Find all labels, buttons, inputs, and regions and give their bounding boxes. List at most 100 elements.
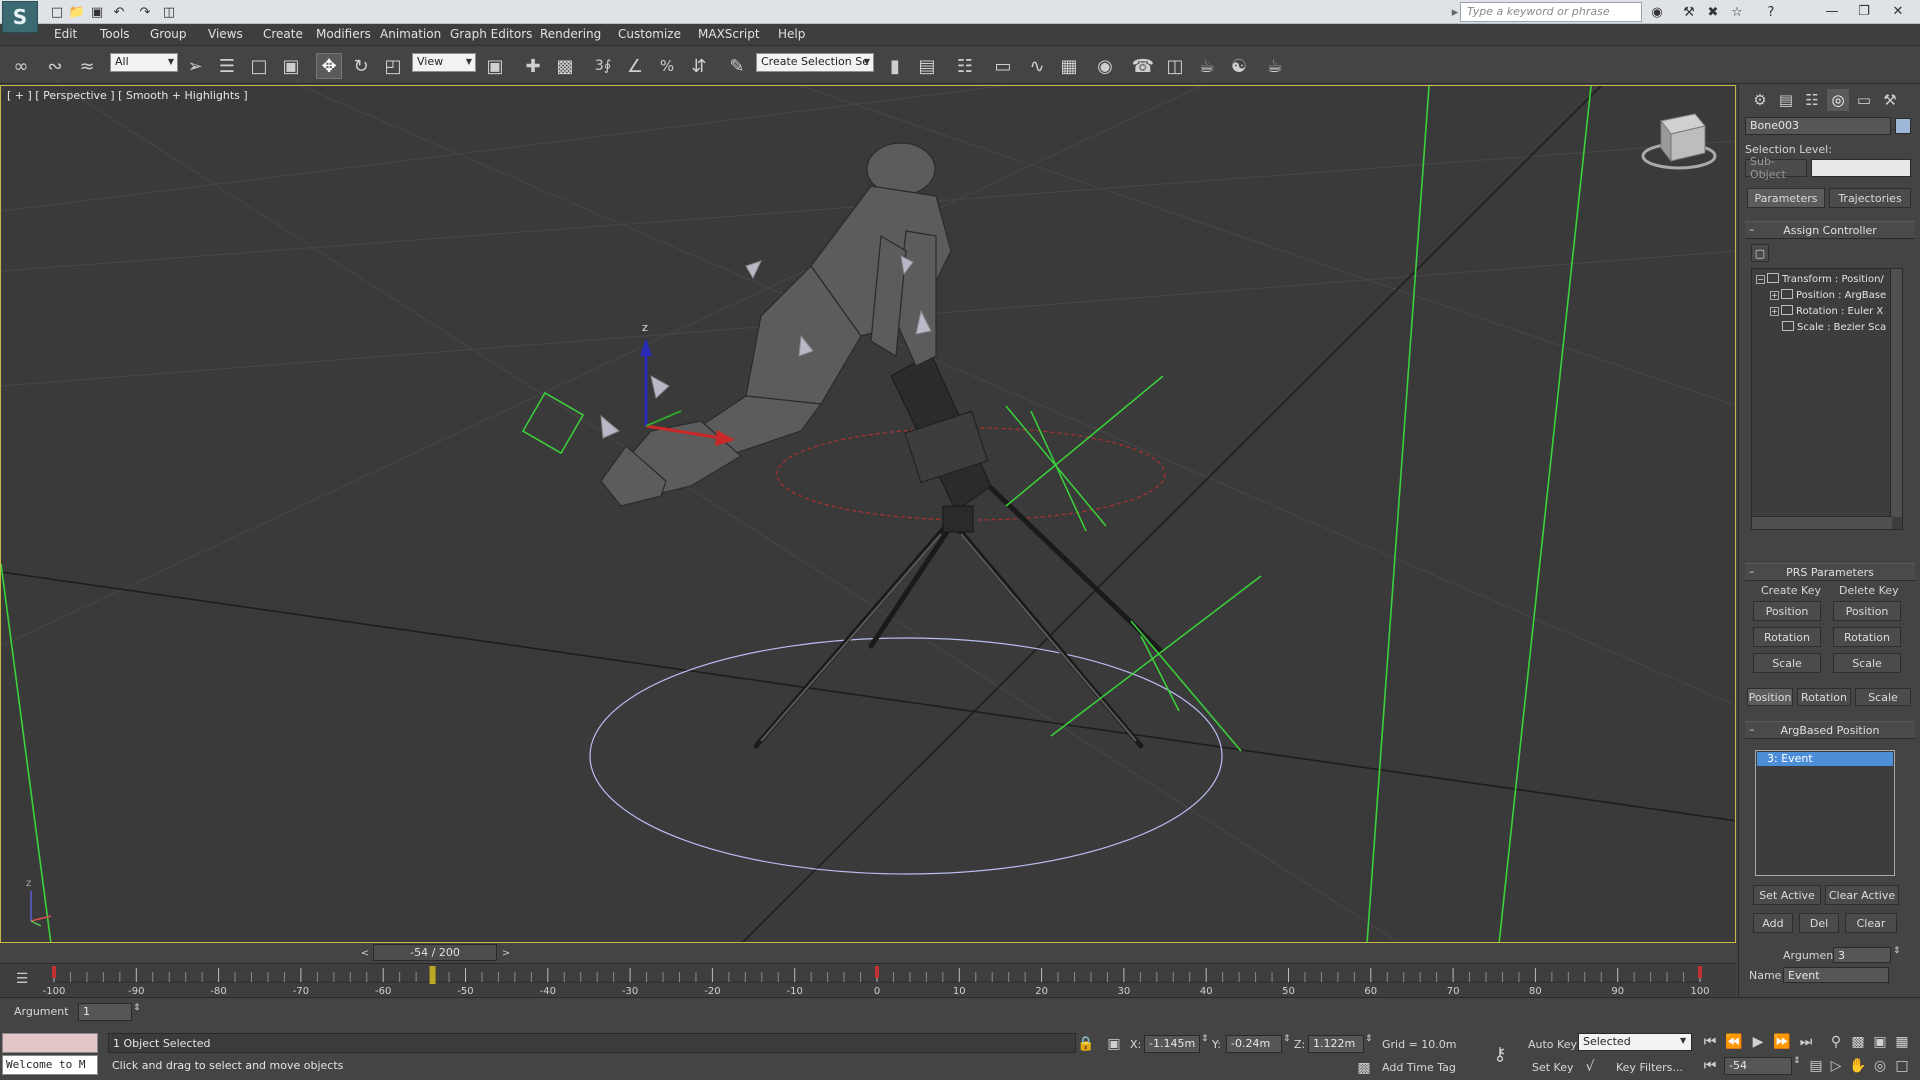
time-slider-thumb[interactable]: -54 / 200 <box>373 944 497 961</box>
motion-tab-icon[interactable]: ◎ <box>1827 89 1849 111</box>
parameters-tab[interactable]: Parameters <box>1747 188 1825 208</box>
project-folder-icon[interactable]: ◫ <box>160 3 178 21</box>
menu-rendering[interactable]: Rendering <box>540 27 601 41</box>
auto-key-button[interactable]: Auto Key <box>1528 1038 1577 1051</box>
keyboard-shortcut-icon[interactable]: ▩ <box>552 53 578 79</box>
keyframe-marker[interactable] <box>1698 966 1702 978</box>
keyframe-marker[interactable] <box>52 966 56 978</box>
next-frame-icon[interactable]: ⏩ <box>1772 1032 1792 1052</box>
menu-create[interactable]: Create <box>263 27 303 41</box>
tree-item-scale[interactable]: Scale : Bezier Sca <box>1782 321 1886 336</box>
subscription-icon[interactable]: ⚒ <box>1680 3 1698 21</box>
minimize-icon[interactable]: — <box>1816 0 1848 22</box>
menu-views[interactable]: Views <box>208 27 243 41</box>
menu-maxscript[interactable]: MAXScript <box>698 27 760 41</box>
close-icon[interactable]: ✕ <box>1882 0 1914 22</box>
window-crossing-icon[interactable]: ▣ <box>278 53 304 79</box>
prs-scale-tab[interactable]: Scale <box>1855 688 1911 706</box>
layer-manager-icon[interactable]: ☷ <box>952 53 978 79</box>
communication-center-icon[interactable]: ✖ <box>1704 3 1722 21</box>
time-configuration-icon[interactable]: ▤ <box>1806 1056 1826 1076</box>
delete-key-position-button[interactable]: Position <box>1833 601 1901 621</box>
tree-expander[interactable]: + <box>1770 291 1779 300</box>
object-color-swatch[interactable] <box>1895 118 1911 134</box>
x-spinner-icon[interactable]: ⇕ <box>1201 1034 1209 1044</box>
render-in-cloud-icon[interactable]: ☕ <box>1262 53 1288 79</box>
menu-edit[interactable]: Edit <box>54 27 77 41</box>
argument-spinner[interactable]: 3 <box>1833 947 1891 963</box>
x-coordinate-field[interactable]: -1.145m <box>1144 1035 1200 1053</box>
menu-graph-editors[interactable]: Graph Editors <box>450 27 532 41</box>
zoom-icon[interactable]: ⚲ <box>1826 1032 1846 1052</box>
go-to-start-icon[interactable]: ⏮ <box>1700 1032 1720 1052</box>
menu-animation[interactable]: Animation <box>380 27 441 41</box>
sub-object-dropdown[interactable] <box>1811 159 1911 177</box>
object-name-field[interactable]: Bone003 <box>1745 117 1891 135</box>
edit-named-selection-icon[interactable]: ✎ <box>724 53 750 79</box>
create-tab-icon[interactable]: ⚙ <box>1749 89 1771 111</box>
tree-item-position[interactable]: + Position : ArgBase <box>1770 289 1886 304</box>
clear-active-button[interactable]: Clear Active <box>1825 885 1899 905</box>
zoom-extents-all-icon[interactable]: ▦ <box>1892 1032 1912 1052</box>
create-key-rotation-button[interactable]: Rotation <box>1753 627 1821 647</box>
menu-customize[interactable]: Customize <box>618 27 681 41</box>
field-of-view-icon[interactable]: ▷ <box>1826 1056 1846 1076</box>
select-and-scale-icon[interactable]: ◰ <box>380 53 406 79</box>
mirror-icon[interactable]: ▮ <box>882 53 908 79</box>
link-icon[interactable]: ∞ <box>8 53 34 79</box>
prs-parameters-rollout[interactable]: – PRS Parameters <box>1745 563 1915 581</box>
bind-space-warp-icon[interactable]: ≈ <box>74 53 100 79</box>
binoculars-icon[interactable]: ◉ <box>1648 3 1666 21</box>
selection-filter-dropdown[interactable]: All <box>110 53 178 72</box>
default-in-out-tangents-icon[interactable]: √ <box>1580 1057 1600 1077</box>
slider-prev-icon[interactable]: < <box>358 945 372 961</box>
current-frame-spinner-icon[interactable]: ⇕ <box>1793 1056 1801 1066</box>
tree-item-transform[interactable]: − Transform : Position/ <box>1756 273 1884 288</box>
set-active-button[interactable]: Set Active <box>1753 885 1821 905</box>
curve-editor-icon[interactable]: ∿ <box>1024 53 1050 79</box>
previous-frame-icon[interactable]: ⏪ <box>1724 1032 1744 1052</box>
delete-event-button[interactable]: Del <box>1799 913 1839 933</box>
maximize-viewport-icon[interactable]: □ <box>1892 1056 1912 1076</box>
absolute-mode-icon[interactable]: ▣ <box>1104 1034 1124 1054</box>
time-slider[interactable]: < -54 / 200 > <box>0 943 1736 963</box>
restore-icon[interactable]: ❐ <box>1848 0 1880 22</box>
current-frame-indicator[interactable] <box>429 966 436 984</box>
rectangular-selection-icon[interactable]: □ <box>246 53 272 79</box>
pan-view-icon[interactable]: ✋ <box>1848 1056 1868 1076</box>
undo-icon[interactable]: ↶ <box>110 3 128 21</box>
tree-expander[interactable]: − <box>1756 275 1765 284</box>
redo-icon[interactable]: ↷ <box>136 3 154 21</box>
slider-next-icon[interactable]: > <box>499 945 513 961</box>
rendered-frame-window-icon[interactable]: ◫ <box>1162 53 1188 79</box>
delete-key-scale-button[interactable]: Scale <box>1833 653 1901 673</box>
track-bar[interactable]: ☰ -100 -90 -80 -70 -60 -50 -40 -30 -20 -10 0 10 20 30… <box>0 963 1736 997</box>
modify-tab-icon[interactable]: ▤ <box>1775 89 1797 111</box>
reference-coordinate-dropdown[interactable]: View <box>412 53 476 72</box>
go-to-end-icon[interactable]: ⏭ <box>1796 1032 1816 1052</box>
add-event-button[interactable]: Add <box>1753 913 1793 933</box>
schematic-view-icon[interactable]: ▦ <box>1056 53 1082 79</box>
angle-snap-icon[interactable]: ∠ <box>622 53 648 79</box>
app-logo[interactable]: S <box>2 1 38 33</box>
material-editor-icon[interactable]: ◉ <box>1092 53 1118 79</box>
key-filters-button[interactable]: Key Filters... <box>1616 1061 1683 1074</box>
select-object-icon[interactable]: ➢ <box>182 53 208 79</box>
argument-spinner-arrows-icon[interactable]: ⇕ <box>1893 946 1901 956</box>
spinner-snap-icon[interactable]: ⇵ <box>686 53 712 79</box>
tree-horizontal-scrollbar[interactable] <box>1752 516 1892 529</box>
render-production-icon[interactable]: ☕ <box>1194 53 1220 79</box>
tree-expander[interactable]: + <box>1770 307 1779 316</box>
maxscript-welcome-field[interactable]: Welcome to M <box>2 1055 98 1075</box>
percent-snap-icon[interactable]: % <box>654 53 680 79</box>
delete-key-rotation-button[interactable]: Rotation <box>1833 627 1901 647</box>
viewcube[interactable] <box>1641 113 1717 170</box>
key-mode-dropdown-arrow-icon[interactable]: ▼ <box>1680 1036 1686 1045</box>
maxscript-listener-mini[interactable] <box>2 1033 98 1053</box>
y-spinner-icon[interactable]: ⇕ <box>1283 1034 1291 1044</box>
search-input[interactable]: Type a keyword or phrase <box>1460 2 1642 22</box>
keyframe-marker[interactable] <box>875 966 879 978</box>
hierarchy-tab-icon[interactable]: ☷ <box>1801 89 1823 111</box>
save-file-icon[interactable]: ▣ <box>88 3 106 21</box>
argbased-position-rollout[interactable]: – ArgBased Position <box>1745 721 1915 739</box>
